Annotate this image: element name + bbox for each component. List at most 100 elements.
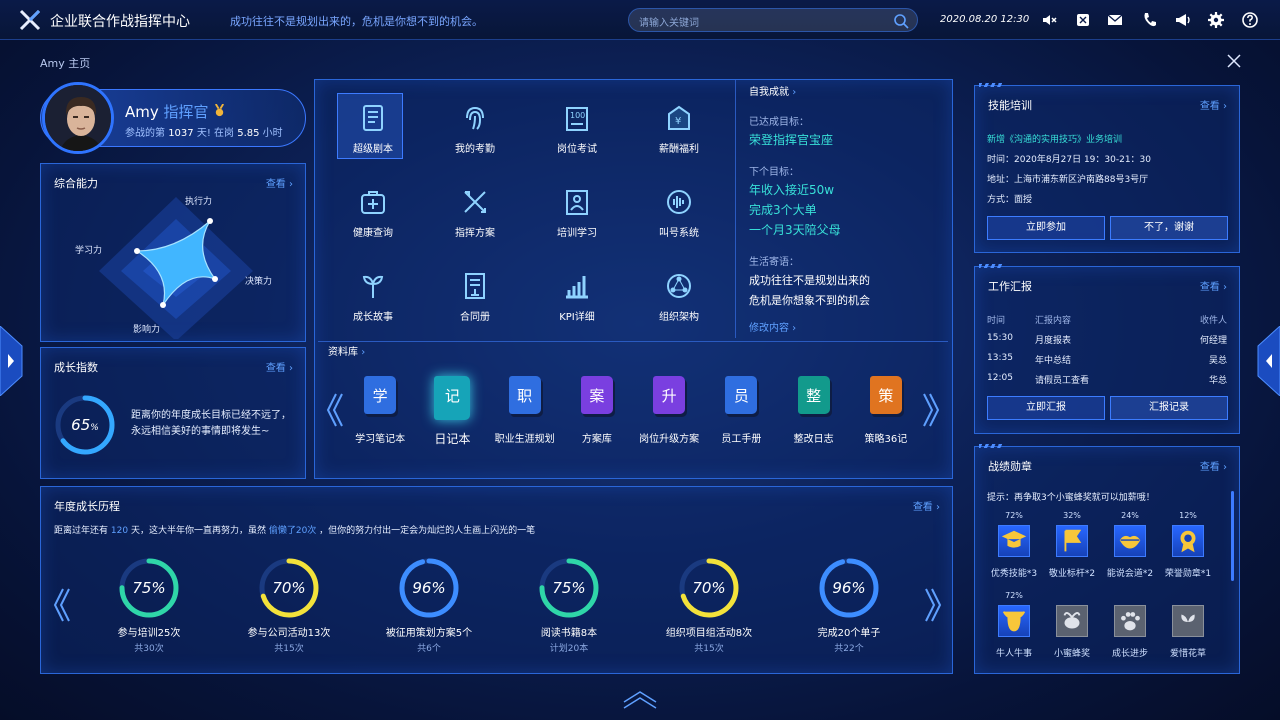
- library-book-item[interactable]: 员员工手册: [705, 376, 777, 456]
- module-call[interactable]: 叫号系统: [629, 186, 729, 239]
- book-char: 案: [589, 387, 605, 405]
- left-edge-arrow[interactable]: [0, 326, 24, 396]
- medal-badge[interactable]: [998, 605, 1030, 637]
- medal-badge[interactable]: [1172, 605, 1204, 637]
- library-prev-arrow[interactable]: [324, 392, 344, 428]
- panel-stripe: [979, 264, 1003, 268]
- book-char: 升: [661, 387, 677, 405]
- app-title: 企业联合作战指挥中心: [50, 14, 190, 30]
- library-book-item[interactable]: 职职业生涯规划: [489, 376, 561, 456]
- module-label: 超级剧本: [353, 144, 393, 155]
- book-icon: 升: [653, 376, 686, 414]
- search-icon[interactable]: [893, 13, 909, 29]
- skill-course[interactable]: 新增《沟通的实用技巧》业务培训: [987, 132, 1122, 145]
- medal-icon: [215, 103, 225, 117]
- book-char: 策: [878, 387, 894, 405]
- ability-more-link[interactable]: 查看 ›: [266, 175, 293, 190]
- module-org[interactable]: 组织架构: [629, 270, 729, 323]
- mute-icon[interactable]: [1041, 11, 1059, 29]
- report-row-content[interactable]: 请假员工查看: [1035, 373, 1089, 386]
- search-input[interactable]: 请输入关键词: [628, 8, 918, 32]
- gear-icon[interactable]: [1207, 11, 1225, 29]
- module-health[interactable]: 健康查询: [323, 186, 423, 239]
- phone-icon[interactable]: [1141, 11, 1159, 29]
- library-book-item[interactable]: 学学习笔记本: [344, 376, 416, 456]
- report-row-recipient: 华总: [1208, 376, 1227, 386]
- growth-percent: 65%: [71, 416, 99, 434]
- library-book-item[interactable]: 整整改日志: [778, 376, 850, 456]
- ability-axis-execution: 执行力: [185, 197, 213, 207]
- medal-label: 牛人牛事: [995, 649, 1032, 659]
- book-icon: 记: [434, 376, 471, 420]
- help-icon[interactable]: [1241, 11, 1259, 29]
- close-icon[interactable]: [1226, 53, 1242, 69]
- report-row-content[interactable]: 年中总结: [1035, 353, 1071, 366]
- mail-icon[interactable]: [1106, 11, 1124, 29]
- module-super-script[interactable]: 超级剧本: [323, 102, 423, 155]
- skill-decline-button[interactable]: 不了，谢谢: [1110, 216, 1228, 240]
- achievement-reached: 荣登指挥官宝座: [749, 133, 834, 147]
- contract-icon: [465, 273, 485, 299]
- library-book-item[interactable]: 策策略36记: [850, 376, 922, 456]
- module-plan[interactable]: 指挥方案: [425, 186, 525, 239]
- medal-percent: 72%: [1005, 511, 1023, 520]
- annual-ring-label: 阅读书籍8本: [540, 628, 598, 639]
- module-training[interactable]: 培训学习: [527, 186, 627, 239]
- chevron-right-icon: ›: [792, 87, 797, 98]
- library-book-item[interactable]: 案方案库: [561, 376, 633, 456]
- skill-join-button[interactable]: 立即参加: [987, 216, 1105, 240]
- module-label: 培训学习: [557, 228, 597, 239]
- chevron-up-icon[interactable]: [622, 690, 658, 710]
- annual-panel: 年度成长历程 查看 › 距离过年还有 120 天，这大半年你一直再努力，虽然 偷…: [40, 486, 953, 674]
- module-attendance[interactable]: 我的考勤: [425, 102, 525, 155]
- achievement-motto-2: 危机是你想象不到的机会: [749, 294, 870, 307]
- report-more-link[interactable]: 查看 ›: [1200, 278, 1227, 293]
- medal-badge[interactable]: [1114, 605, 1146, 637]
- medal-badge[interactable]: [1172, 525, 1204, 557]
- tools-icon: [464, 191, 486, 213]
- avatar[interactable]: [42, 82, 114, 154]
- report-submit-button[interactable]: 立即汇报: [987, 396, 1105, 420]
- skill-panel: 技能培训 查看 › 新增《沟通的实用技巧》业务培训 时间：2020年8月27日 …: [974, 83, 1240, 253]
- module-story[interactable]: 成长故事: [323, 270, 423, 323]
- report-row-time: 15:30: [987, 333, 1013, 343]
- achievement-edit-link[interactable]: 修改内容 ›: [749, 319, 796, 334]
- medal-badge[interactable]: [1114, 525, 1146, 557]
- header-slogan: 成功往往不是规划出来的，危机是你想不到的机会。: [230, 15, 483, 28]
- report-header-time: 时间: [987, 316, 1006, 326]
- script-icon: [363, 105, 383, 131]
- annual-ring-percent: 96%: [832, 579, 866, 597]
- module-contract[interactable]: 合同册: [425, 270, 525, 323]
- book-label: 方案库: [581, 434, 612, 445]
- module-exam[interactable]: 100 岗位考试: [527, 102, 627, 155]
- annual-ring-list: 75% 参与培训25次 共30次 70% 参与公司活动13次 共15次 96% 被征用策划方案…: [41, 487, 954, 675]
- report-header-content: 汇报内容: [1035, 316, 1072, 326]
- achievement-next-3: 一个月3天陪父母: [749, 223, 841, 237]
- growth-more-link[interactable]: 查看 ›: [266, 359, 293, 374]
- medal-badge[interactable]: [1056, 525, 1088, 557]
- book-char: 记: [444, 387, 460, 405]
- skill-mode: 方式：面授: [987, 195, 1033, 205]
- translate-icon[interactable]: [1074, 11, 1092, 29]
- skill-more-link[interactable]: 查看 ›: [1200, 97, 1227, 112]
- report-row-content[interactable]: 月度报表: [1035, 333, 1071, 346]
- library-title[interactable]: 资料库 ›: [328, 343, 365, 358]
- library-book-item[interactable]: 记日记本: [416, 376, 488, 456]
- report-history-button[interactable]: 汇报记录: [1110, 396, 1228, 420]
- achievement-title[interactable]: 自我成就 ›: [749, 83, 796, 98]
- library-book-item[interactable]: 升岗位升级方案: [633, 376, 705, 456]
- medal-percent: 72%: [1005, 591, 1023, 600]
- book-char: 员: [733, 387, 749, 405]
- right-edge-arrow[interactable]: [1256, 326, 1280, 396]
- module-kpi[interactable]: KPI详细: [527, 270, 627, 323]
- library-next-arrow[interactable]: [922, 392, 942, 428]
- annual-ring-percent: 70%: [692, 579, 726, 597]
- medal-badge[interactable]: [998, 525, 1030, 557]
- annual-ring-label: 参与培训25次: [117, 628, 181, 639]
- breadcrumb[interactable]: Amy 主页: [40, 55, 90, 71]
- module-salary[interactable]: ¥ 薪酬福利: [629, 102, 729, 155]
- medal-percent: 12%: [1179, 511, 1197, 520]
- medal-badge[interactable]: [1056, 605, 1088, 637]
- broadcast-icon[interactable]: [1174, 11, 1192, 29]
- book-icon: 整: [797, 376, 830, 414]
